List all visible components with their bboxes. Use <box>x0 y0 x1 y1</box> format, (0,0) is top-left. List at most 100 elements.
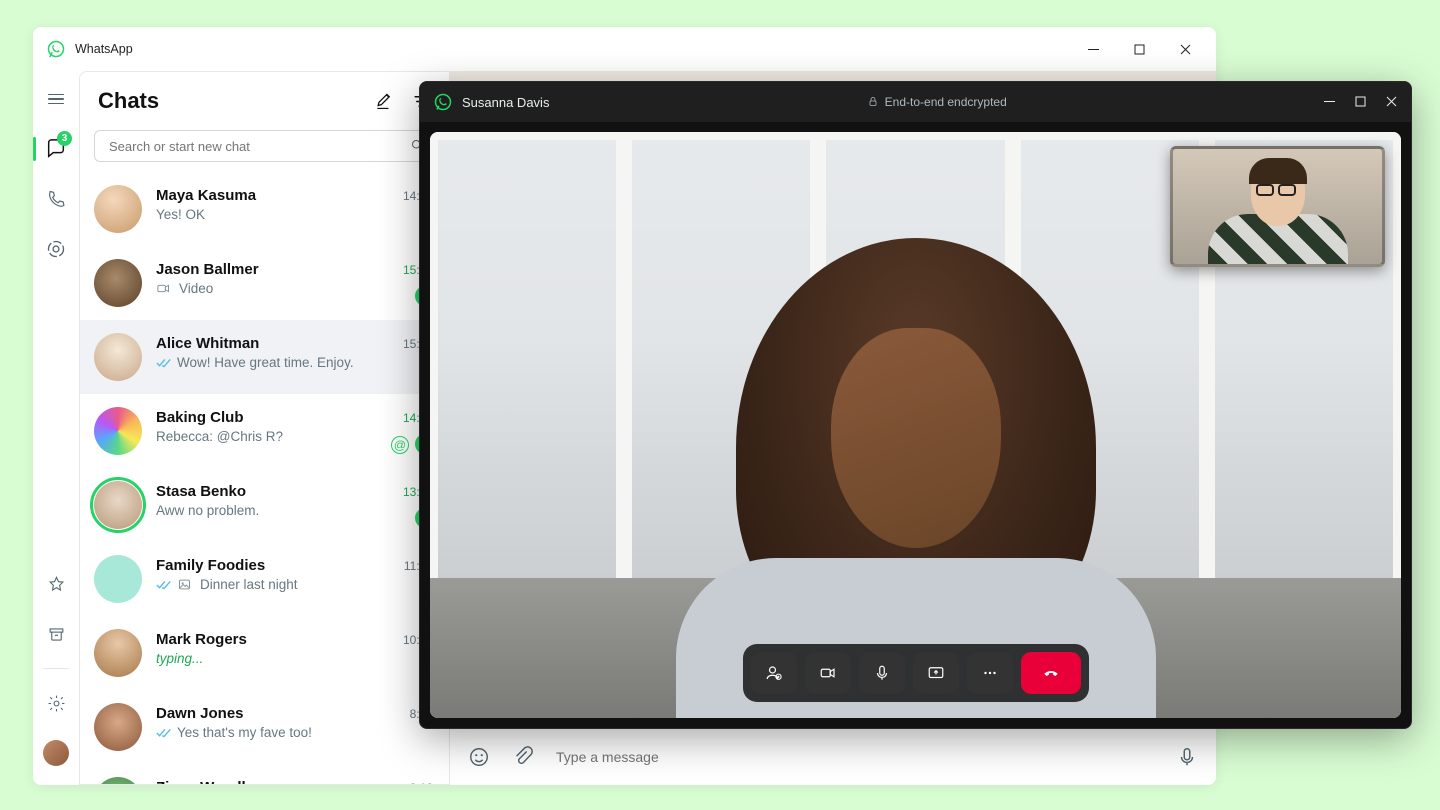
profile-avatar[interactable] <box>36 733 76 773</box>
video-icon <box>819 664 837 682</box>
read-ticks-icon <box>156 727 172 739</box>
chats-badge: 3 <box>57 131 72 146</box>
call-toolbar <box>743 644 1089 702</box>
chat-list: Maya Kasuma14:53 Yes! OK Jason Ballmer15… <box>80 172 449 784</box>
chat-name: Baking Club <box>156 409 244 426</box>
lock-icon <box>867 96 879 108</box>
video-icon <box>156 281 171 296</box>
photo-icon <box>177 577 192 592</box>
call-window: Susanna Davis End-to-end endcrypted <box>419 81 1412 729</box>
read-ticks-icon <box>156 579 172 591</box>
toggle-video-button[interactable] <box>805 652 851 694</box>
avatar-icon <box>94 777 142 784</box>
mic-icon <box>873 664 891 682</box>
chat-preview: Aww no problem. <box>156 503 259 518</box>
chat-item-ziggy[interactable]: Ziggy Woodley 8:12 <box>80 764 449 784</box>
chat-item-maya[interactable]: Maya Kasuma14:53 Yes! OK <box>80 172 449 246</box>
chat-name: Ziggy Woodley <box>156 779 262 784</box>
avatar-icon <box>94 703 142 751</box>
more-icon <box>981 664 999 682</box>
nav-status[interactable] <box>36 229 76 269</box>
avatar-icon <box>43 740 69 766</box>
chat-preview: Dinner last night <box>200 577 298 592</box>
hamburger-icon <box>48 94 64 105</box>
call-titlebar: Susanna Davis End-to-end endcrypted <box>420 82 1411 122</box>
mention-icon: @ <box>391 436 409 454</box>
add-participant-button[interactable] <box>751 652 797 694</box>
chat-name: Stasa Benko <box>156 483 246 500</box>
phone-icon <box>46 189 66 209</box>
nav-archive[interactable] <box>36 614 76 654</box>
chat-item-foodies[interactable]: Family Foodies11:23 Dinner last night <box>80 542 449 616</box>
search-input[interactable] <box>94 130 435 162</box>
close-button[interactable] <box>1162 34 1208 64</box>
chat-time: 8:12 <box>410 781 449 784</box>
avatar-icon <box>94 407 142 455</box>
call-contact-name: Susanna Davis <box>462 95 549 110</box>
maximize-button[interactable] <box>1116 34 1162 64</box>
archive-icon <box>47 625 66 644</box>
chat-name: Dawn Jones <box>156 705 244 722</box>
avatar-icon <box>94 259 142 307</box>
call-video-area <box>420 122 1411 728</box>
screen-share-icon <box>927 664 945 682</box>
add-person-icon <box>765 664 783 682</box>
remote-person <box>656 198 1176 718</box>
chat-item-jason[interactable]: Jason Ballmer15:24 Video 3 <box>80 246 449 320</box>
call-maximize-button[interactable] <box>1355 95 1366 110</box>
avatar-icon <box>94 555 142 603</box>
status-icon <box>46 239 66 259</box>
chat-sidebar: Chats Maya Kasuma14:53 Yes! <box>79 71 450 785</box>
titlebar: WhatsApp <box>33 27 1216 71</box>
chat-preview: Video <box>179 281 213 296</box>
chat-item-dawn[interactable]: Dawn Jones8:32 Yes that's my fave too! <box>80 690 449 764</box>
chat-name: Alice Whitman <box>156 335 259 352</box>
avatar-icon <box>94 333 142 381</box>
avatar-icon <box>94 629 142 677</box>
remote-video <box>430 132 1401 718</box>
composer <box>450 727 1216 785</box>
sidebar-heading: Chats <box>98 88 159 114</box>
attach-icon[interactable] <box>512 746 534 768</box>
chat-name: Maya Kasuma <box>156 187 256 204</box>
chat-preview: typing... <box>156 651 203 666</box>
gear-icon <box>47 694 66 713</box>
chat-preview: Yes that's my fave too! <box>177 725 312 740</box>
toggle-mic-button[interactable] <box>859 652 905 694</box>
nav-settings[interactable] <box>36 683 76 723</box>
mic-icon[interactable] <box>1176 746 1198 768</box>
nav-calls[interactable] <box>36 179 76 219</box>
more-options-button[interactable] <box>967 652 1013 694</box>
nav-rail: 3 <box>33 71 79 785</box>
whatsapp-logo-icon <box>47 40 65 58</box>
app-title: WhatsApp <box>75 42 133 56</box>
nav-chats[interactable]: 3 <box>36 129 76 169</box>
star-icon <box>47 575 66 594</box>
self-person <box>1208 154 1348 264</box>
whatsapp-logo-icon <box>434 93 452 111</box>
nav-starred[interactable] <box>36 564 76 604</box>
chat-name: Family Foodies <box>156 557 265 574</box>
minimize-button[interactable] <box>1070 34 1116 64</box>
chat-preview: Wow! Have great time. Enjoy. <box>177 355 354 370</box>
chat-name: Jason Ballmer <box>156 261 259 278</box>
self-video-pip[interactable] <box>1170 146 1385 267</box>
avatar-icon <box>94 185 142 233</box>
read-ticks-icon <box>156 357 172 369</box>
call-minimize-button[interactable] <box>1324 95 1335 110</box>
menu-button[interactable] <box>36 79 76 119</box>
chat-name: Mark Rogers <box>156 631 247 648</box>
chat-item-alice[interactable]: Alice Whitman15:18 Wow! Have great time.… <box>80 320 449 394</box>
chat-item-stasa[interactable]: Stasa Benko13:57 Aww no problem. 2 <box>80 468 449 542</box>
emoji-icon[interactable] <box>468 746 490 768</box>
share-screen-button[interactable] <box>913 652 959 694</box>
end-call-button[interactable] <box>1021 652 1081 694</box>
chat-preview: Rebecca: @Chris R? <box>156 429 283 444</box>
chat-item-mark[interactable]: Mark Rogers10:55 typing... <box>80 616 449 690</box>
chat-preview: Yes! OK <box>156 207 205 222</box>
new-chat-icon[interactable] <box>375 92 394 111</box>
message-input[interactable] <box>556 743 1154 771</box>
avatar-icon <box>94 481 142 529</box>
chat-item-baking[interactable]: Baking Club14:49 Rebecca: @Chris R? @ 1 <box>80 394 449 468</box>
call-close-button[interactable] <box>1386 95 1397 110</box>
